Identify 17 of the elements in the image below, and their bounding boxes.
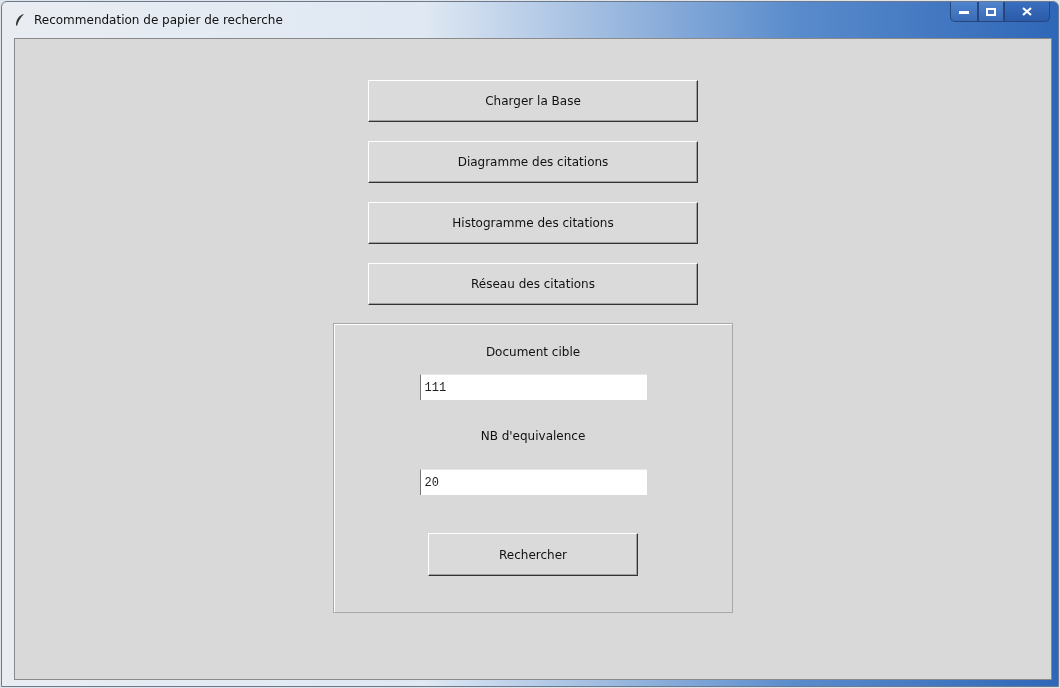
input-field[interactable]: 111 bbox=[419, 374, 647, 400]
field-label: NB d'equivalence bbox=[480, 428, 586, 444]
close-button[interactable] bbox=[1004, 2, 1050, 22]
close-icon bbox=[1022, 7, 1032, 16]
action-button[interactable]: Réseau des citations bbox=[368, 263, 698, 305]
search-button[interactable]: Rechercher bbox=[428, 533, 638, 576]
input-field[interactable]: 20 bbox=[419, 469, 647, 495]
maximize-button[interactable] bbox=[978, 2, 1004, 22]
action-button[interactable]: Histogramme des citations bbox=[368, 202, 698, 244]
feather-icon bbox=[14, 13, 26, 27]
window-title: Recommendation de papier de recherche bbox=[34, 13, 284, 27]
field-label: Document cible bbox=[485, 344, 581, 360]
action-button[interactable]: Charger la Base bbox=[368, 80, 698, 122]
maximize-icon bbox=[986, 7, 996, 16]
action-button[interactable]: Diagramme des citations bbox=[368, 141, 698, 183]
minimize-button[interactable] bbox=[950, 2, 978, 22]
minimize-icon bbox=[959, 9, 969, 14]
